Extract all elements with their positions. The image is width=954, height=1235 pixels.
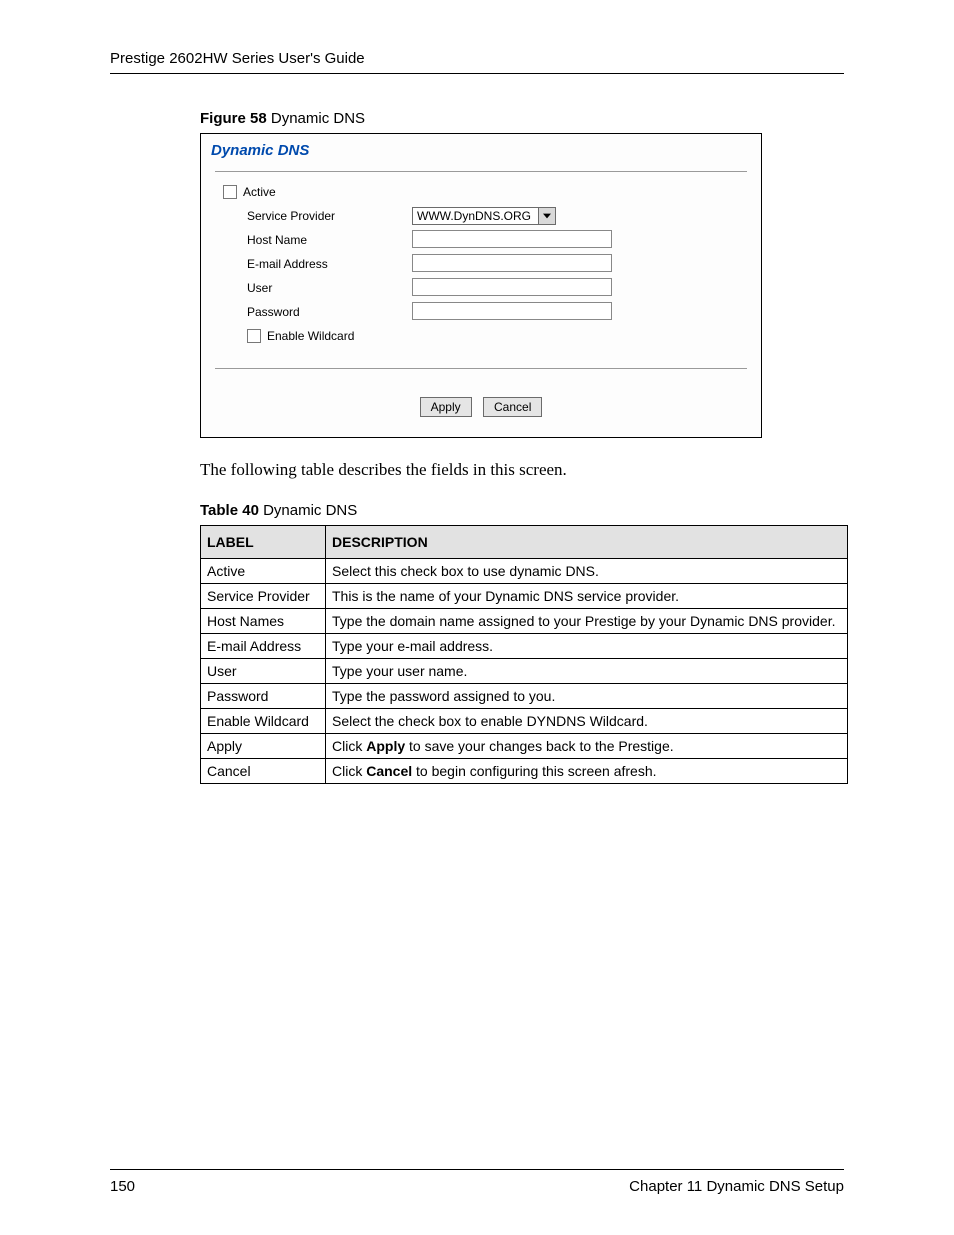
page-number: 150 — [110, 1178, 135, 1195]
cell-description: Select the check box to enable DYNDNS Wi… — [326, 709, 848, 734]
password-label: Password — [247, 305, 412, 319]
table-row: CancelClick Cancel to begin configuring … — [201, 759, 848, 784]
cell-description: Type the domain name assigned to your Pr… — [326, 609, 848, 634]
cancel-button[interactable]: Cancel — [483, 397, 542, 417]
cell-label: Cancel — [201, 759, 326, 784]
intro-text: The following table describes the fields… — [200, 460, 844, 480]
cell-description: Select this check box to use dynamic DNS… — [326, 559, 848, 584]
page-footer: 150 Chapter 11 Dynamic DNS Setup — [110, 1169, 844, 1195]
cell-description: Click Apply to save your changes back to… — [326, 734, 848, 759]
dynamic-dns-panel: Dynamic DNS Active Service Provider WWW.… — [200, 133, 762, 438]
cell-label: Apply — [201, 734, 326, 759]
panel-title: Dynamic DNS — [201, 134, 761, 171]
host-name-input[interactable] — [412, 230, 612, 248]
active-checkbox[interactable] — [223, 185, 237, 199]
description-table: LABEL DESCRIPTION ActiveSelect this chec… — [200, 525, 848, 784]
cell-label: Host Names — [201, 609, 326, 634]
table-caption: Table 40 Dynamic DNS — [200, 502, 844, 519]
cell-description: Type your user name. — [326, 659, 848, 684]
enable-wildcard-label: Enable Wildcard — [267, 329, 354, 343]
chevron-down-icon — [538, 208, 555, 224]
cell-label: E-mail Address — [201, 634, 326, 659]
email-label: E-mail Address — [247, 257, 412, 271]
th-label: LABEL — [201, 526, 326, 559]
divider — [215, 368, 747, 369]
cell-description: Type the password assigned to you. — [326, 684, 848, 709]
cell-label: Service Provider — [201, 584, 326, 609]
host-name-label: Host Name — [247, 233, 412, 247]
figure-caption-title: Dynamic DNS — [267, 110, 365, 127]
figure-caption-number: Figure 58 — [200, 110, 267, 127]
table-row: Host NamesType the domain name assigned … — [201, 609, 848, 634]
cell-description: Type your e-mail address. — [326, 634, 848, 659]
table-caption-number: Table 40 — [200, 502, 259, 519]
cell-label: Active — [201, 559, 326, 584]
table-row: PasswordType the password assigned to yo… — [201, 684, 848, 709]
service-provider-value: WWW.DynDNS.ORG — [413, 209, 538, 223]
user-input[interactable] — [412, 278, 612, 296]
enable-wildcard-checkbox[interactable] — [247, 329, 261, 343]
divider — [215, 171, 747, 172]
service-provider-select[interactable]: WWW.DynDNS.ORG — [412, 207, 556, 225]
cell-description: Click Cancel to begin configuring this s… — [326, 759, 848, 784]
table-row: ActiveSelect this check box to use dynam… — [201, 559, 848, 584]
th-description: DESCRIPTION — [326, 526, 848, 559]
cell-label: Password — [201, 684, 326, 709]
cell-description: This is the name of your Dynamic DNS ser… — [326, 584, 848, 609]
user-label: User — [247, 281, 412, 295]
email-input[interactable] — [412, 254, 612, 272]
chapter-label: Chapter 11 Dynamic DNS Setup — [629, 1178, 844, 1195]
table-row: Service ProviderThis is the name of your… — [201, 584, 848, 609]
table-row: ApplyClick Apply to save your changes ba… — [201, 734, 848, 759]
active-label: Active — [243, 185, 276, 199]
table-caption-title: Dynamic DNS — [259, 502, 357, 519]
table-row: UserType your user name. — [201, 659, 848, 684]
cell-label: User — [201, 659, 326, 684]
password-input[interactable] — [412, 302, 612, 320]
running-header: Prestige 2602HW Series User's Guide — [110, 50, 844, 74]
figure-caption: Figure 58 Dynamic DNS — [200, 110, 844, 127]
table-row: Enable WildcardSelect the check box to e… — [201, 709, 848, 734]
service-provider-label: Service Provider — [247, 209, 412, 223]
apply-button[interactable]: Apply — [420, 397, 472, 417]
cell-label: Enable Wildcard — [201, 709, 326, 734]
table-row: E-mail AddressType your e-mail address. — [201, 634, 848, 659]
